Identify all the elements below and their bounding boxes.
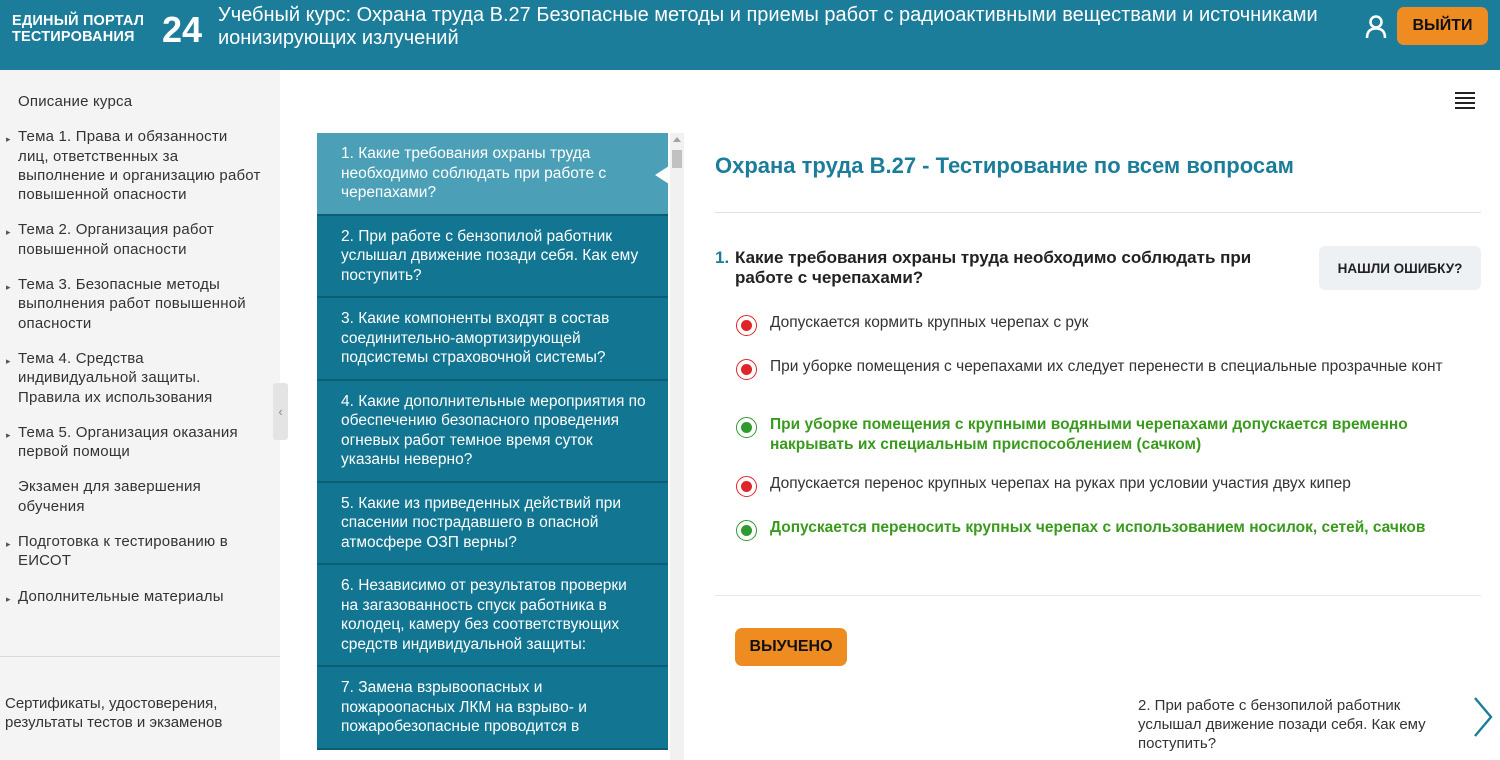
answer-text: Допускается перенос крупных черепах на р… xyxy=(770,475,1351,492)
caret-right-icon: ▸ xyxy=(6,355,11,366)
answer-text: При уборке помещения с черепахами их сле… xyxy=(770,358,1443,375)
correct-answer-icon xyxy=(736,520,757,541)
report-error-button[interactable]: НАШЛИ ОШИБКУ? xyxy=(1319,246,1481,290)
user-icon[interactable] xyxy=(1364,14,1388,40)
answer-option[interactable]: При уборке помещения с крупными водяными… xyxy=(736,415,1476,454)
answers-divider xyxy=(715,595,1481,596)
sidebar-item-label: Тема 5. Организация оказания первой помо… xyxy=(18,423,238,461)
scroll-up-icon[interactable] xyxy=(673,137,681,142)
sidebar-divider xyxy=(0,656,280,657)
caret-right-icon: ▸ xyxy=(6,227,11,238)
answer-option[interactable]: Допускается переносить крупных черепах с… xyxy=(736,518,1476,541)
caret-right-icon: ▸ xyxy=(6,539,11,550)
course-title: Учебный курс: Охрана труда В.27 Безопасн… xyxy=(218,4,1318,49)
sidebar-item[interactable]: ▸ Тема 2. Организация работ повышенной оп… xyxy=(0,220,270,259)
chevron-right-icon[interactable] xyxy=(1470,694,1496,740)
test-title: Охрана труда В.27 - Тестирование по всем… xyxy=(715,153,1294,178)
hamburger-menu-icon[interactable] xyxy=(1455,92,1475,109)
question-list-item[interactable]: 5. Какие из приведенных действий при спа… xyxy=(317,482,668,565)
wrong-answer-icon xyxy=(736,476,757,497)
sidebar-item-label: Тема 4. Средства индивидуальной защиты. … xyxy=(18,349,213,406)
sidebar-item[interactable]: Описание курса xyxy=(0,92,270,111)
question-list-item[interactable]: 7. Замена взрывоопасных и пожароопасных … xyxy=(317,667,668,750)
caret-right-icon: ▸ xyxy=(6,429,11,440)
sidebar-item-label: Тема 2. Организация работ повышенной опа… xyxy=(18,221,214,258)
wrong-answer-icon xyxy=(736,359,757,380)
answer-option[interactable]: Допускается перенос крупных черепах на р… xyxy=(736,474,1476,497)
sidebar-item-label: Подготовка к тестированию в ЕИСОТ xyxy=(18,533,228,570)
answer-text: Допускается переносить крупных черепах с… xyxy=(770,519,1426,536)
sidebar-item-label: Дополнительные материалы xyxy=(18,587,224,605)
sidebar-item[interactable]: ▸ Тема 4. Средства индивидуальной защиты.… xyxy=(0,349,270,407)
wrong-answer-icon xyxy=(736,315,757,336)
sidebar-item[interactable]: ▸ Тема 1. Права и обязанности лиц, ответс… xyxy=(0,127,270,204)
sidebar-item[interactable]: ▸ Тема 5. Организация оказания первой пом… xyxy=(0,423,270,462)
sidebar-item-label: Экзамен для завершения обучения xyxy=(18,478,201,515)
answer-option[interactable]: При уборке помещения с черепахами их сле… xyxy=(736,357,1476,380)
sidebar-item-label: Описание курса xyxy=(18,93,133,110)
next-question-link[interactable]: 2. При работе с бензопилой работник услы… xyxy=(1138,696,1458,753)
sidebar-item-label: Тема 1. Права и обязанности лиц, ответст… xyxy=(18,128,261,204)
sidebar-item[interactable]: ▸ Тема 3. Безопасные методы выполнения ра… xyxy=(0,275,270,333)
sidebar-item[interactable]: Экзамен для завершения обучения xyxy=(0,477,270,516)
question-list-item[interactable]: 6. Независимо от результатов проверки на… xyxy=(317,565,668,667)
question-text: Какие требования охраны труда необходимо… xyxy=(735,248,1252,287)
answer-text: При уборке помещения с крупными водяными… xyxy=(770,416,1408,453)
course-nav: Описание курса ▸ Тема 1. Права и обязаннос… xyxy=(0,92,270,622)
portal-logo[interactable]: ЕДИНЫЙ ПОРТАЛ ТЕСТИРОВАНИЯ 24 xyxy=(12,9,203,56)
question-list-item[interactable]: 4. Какие дополнительные мероприятия по о… xyxy=(317,380,668,483)
sidebar-item[interactable]: ▸ Дополнительные материалы xyxy=(0,587,270,606)
title-divider xyxy=(715,212,1481,213)
question-list-item[interactable]: 3. Какие компоненты входят в состав соед… xyxy=(317,298,668,381)
app-header: ЕДИНЫЙ ПОРТАЛ ТЕСТИРОВАНИЯ 24 Учебный ку… xyxy=(0,0,1500,70)
question-list: 1. Какие требования охраны труда необход… xyxy=(317,133,668,760)
course-sidebar: Описание курса ▸ Тема 1. Права и обязаннос… xyxy=(0,70,280,760)
scroll-thumb[interactable] xyxy=(672,150,682,168)
chevron-left-icon[interactable]: ‹ xyxy=(273,383,288,440)
caret-right-icon: ▸ xyxy=(6,593,11,604)
logo-text: ЕДИНЫЙ ПОРТАЛ ТЕСТИРОВАНИЯ xyxy=(12,13,145,45)
caret-right-icon: ▸ xyxy=(6,134,11,145)
question-list-scrollbar[interactable] xyxy=(670,133,684,760)
answer-text: Допускается кормить крупных черепах с ру… xyxy=(770,314,1089,331)
logo-number: 24 xyxy=(162,9,203,50)
question-number: 1. xyxy=(715,248,730,267)
caret-right-icon: ▸ xyxy=(6,282,11,293)
correct-answer-icon xyxy=(736,417,757,438)
sidebar-item-label: Тема 3. Безопасные методы выполнения раб… xyxy=(18,276,246,332)
certificates-link[interactable]: Сертификаты, удостоверения, результаты т… xyxy=(5,694,265,733)
answer-option[interactable]: Допускается кормить крупных черепах с ру… xyxy=(736,313,1476,336)
sidebar-item[interactable]: ▸ Подготовка к тестированию в ЕИСОТ xyxy=(0,532,270,571)
question-list-item[interactable]: 1. Какие требования охраны труда необход… xyxy=(317,133,668,216)
learned-button[interactable]: ВЫУЧЕНО xyxy=(735,628,847,666)
logout-button[interactable]: ВЫЙТИ xyxy=(1397,7,1488,45)
question-list-item[interactable]: 2. При работе с бензопилой работник услы… xyxy=(317,215,668,298)
